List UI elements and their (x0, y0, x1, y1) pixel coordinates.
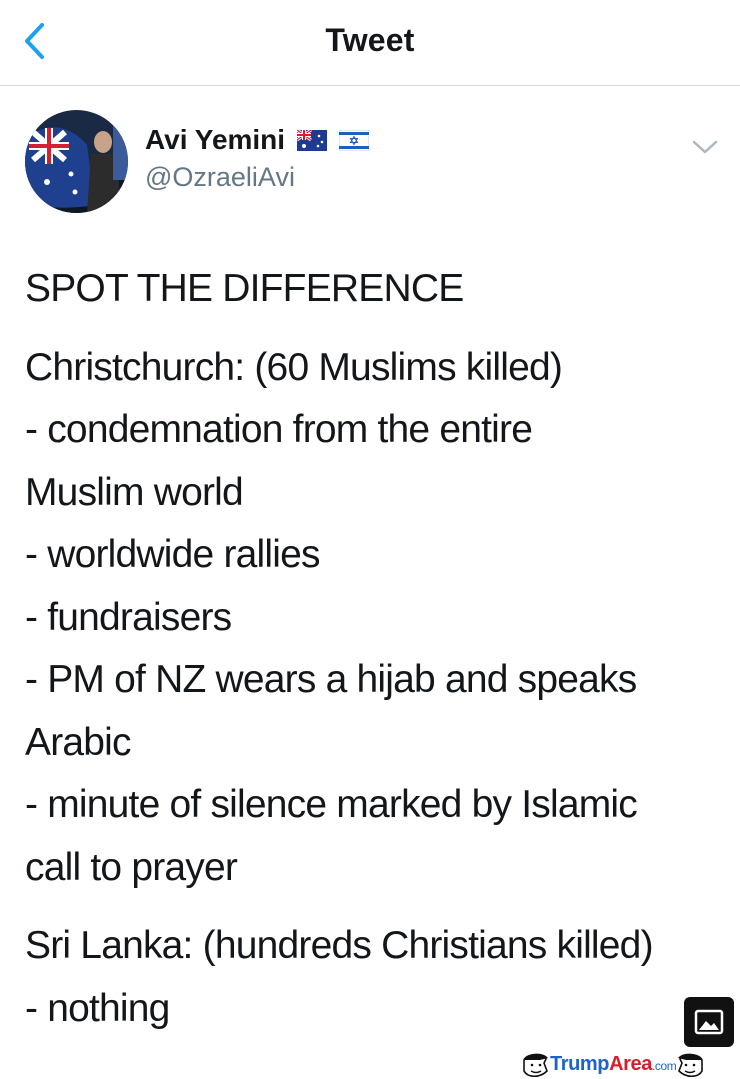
tweet-paragraph: SPOT THE DIFFERENCE (25, 258, 725, 321)
tweet-line: - nothing (25, 986, 170, 1030)
tweet-text: SPOT THE DIFFERENCE Christchurch: (60 Mu… (25, 258, 725, 1056)
watermark: Trump Area .com (520, 1050, 740, 1079)
tweet-line: Muslim world (25, 470, 244, 514)
tweet-line: - PM of NZ wears a hijab and speaks (25, 658, 637, 701)
watermark-part-2: Area (609, 1053, 652, 1075)
more-options-button[interactable] (688, 134, 722, 160)
tweet-line: call to prayer (25, 845, 238, 889)
tweet-line: Christchurch: (60 Muslims killed) (25, 345, 563, 389)
display-name[interactable]: Avi Yemini (145, 124, 285, 156)
author-handle[interactable]: @OzraeliAvi (145, 162, 295, 193)
tweet-paragraph: Christchurch: (60 Muslims killed) - cond… (25, 337, 725, 900)
trump-face-icon (523, 1053, 548, 1077)
page-title: Tweet (325, 22, 415, 58)
nav-bar: Tweet (0, 0, 740, 86)
tweet-line: Arabic (25, 720, 132, 764)
tweet-line: - worldwide rallies (25, 533, 321, 576)
trump-face-icon (678, 1053, 704, 1077)
image-viewer-button[interactable] (684, 997, 734, 1047)
image-icon (694, 1009, 724, 1035)
australia-flag-icon (297, 129, 328, 151)
watermark-part-3: .com (652, 1059, 677, 1073)
avatar[interactable] (25, 110, 128, 213)
tweet-line: - condemnation from the entire (25, 408, 533, 451)
author-name-row: Avi Yemini (145, 124, 370, 156)
tweet-line: - minute of silence marked by Islamic (25, 783, 638, 826)
tweet-paragraph: Sri Lanka: (hundreds Christians killed) … (25, 915, 725, 1040)
chevron-down-icon (692, 140, 718, 154)
watermark-text: Trump Area .com (550, 1053, 677, 1076)
tweet-line: Sri Lanka: (hundreds Christians killed) (25, 924, 654, 967)
tweet-line: - fundraisers (25, 595, 232, 639)
watermark-part-1: Trump (550, 1053, 610, 1075)
israel-flag-icon (339, 129, 370, 151)
tweet-line: SPOT THE DIFFERENCE (25, 267, 464, 310)
